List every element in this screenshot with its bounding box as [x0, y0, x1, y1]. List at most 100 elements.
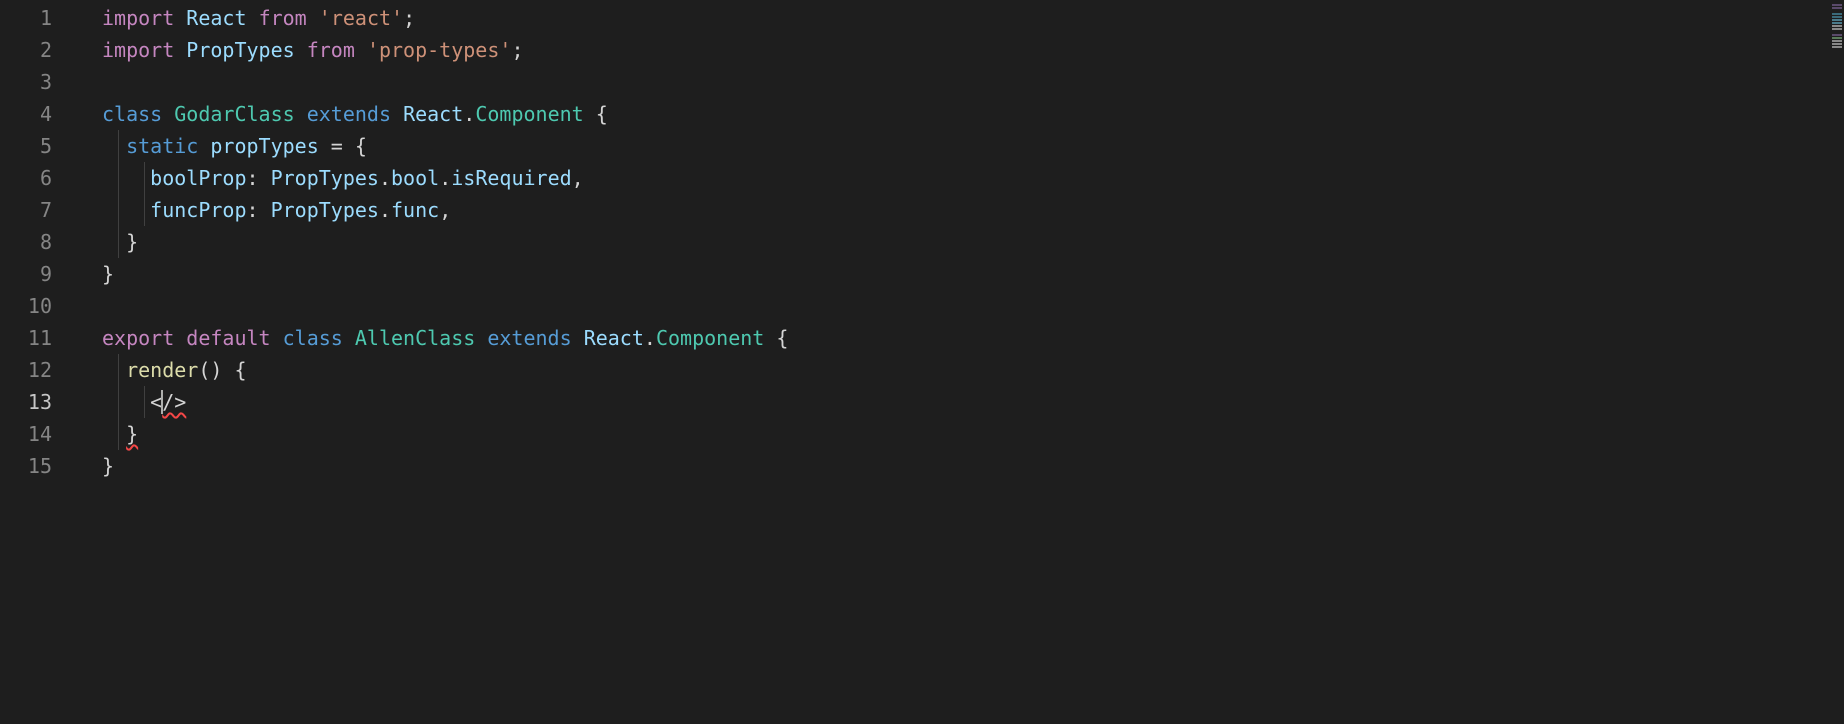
line-number: 12 [0, 354, 80, 386]
text-cursor [161, 390, 163, 414]
code-line[interactable] [80, 66, 1844, 98]
code-token [391, 102, 403, 126]
code-editor[interactable]: 123456789101112131415 import React from … [0, 0, 1844, 724]
line-number: 15 [0, 450, 80, 482]
code-token: propTypes [210, 134, 318, 158]
code-token [475, 326, 487, 350]
code-token: extends [307, 102, 391, 126]
code-token: /> [162, 390, 186, 414]
code-token: render [126, 358, 198, 382]
indent-guide [118, 194, 119, 226]
code-token: GodarClass [174, 102, 294, 126]
code-line[interactable]: } [80, 258, 1844, 290]
code-token [102, 358, 126, 382]
code-line[interactable]: } [80, 450, 1844, 482]
line-number-gutter: 123456789101112131415 [0, 0, 80, 724]
indent-guide [118, 226, 119, 258]
code-token: class [102, 102, 174, 126]
indent-guide [118, 130, 119, 162]
code-token: . [463, 102, 475, 126]
code-line[interactable]: import PropTypes from 'prop-types'; [80, 34, 1844, 66]
code-line[interactable]: funcProp: PropTypes.func, [80, 194, 1844, 226]
code-token: , [572, 166, 584, 190]
code-token: Component [475, 102, 583, 126]
line-number: 11 [0, 322, 80, 354]
code-area[interactable]: import React from 'react';import PropTyp… [80, 0, 1844, 724]
code-token [247, 6, 259, 30]
indent-guide [118, 418, 119, 450]
code-token: React [403, 102, 463, 126]
code-token: class [283, 326, 355, 350]
code-token [295, 38, 307, 62]
indent-guide [118, 354, 119, 386]
code-token: () { [198, 358, 246, 382]
code-token: . [379, 166, 391, 190]
code-token: extends [487, 326, 571, 350]
code-token: = { [319, 134, 367, 158]
line-number: 1 [0, 2, 80, 34]
line-number: 13 [0, 386, 80, 418]
indent-guide [144, 386, 145, 418]
code-token: bool [391, 166, 439, 190]
code-token: PropTypes [271, 166, 379, 190]
line-number: 4 [0, 98, 80, 130]
code-token: } [126, 422, 138, 446]
code-token: } [102, 230, 138, 254]
code-line[interactable]: import React from 'react'; [80, 2, 1844, 34]
code-token: import [102, 38, 186, 62]
code-token: , [439, 198, 451, 222]
line-number: 7 [0, 194, 80, 226]
code-token [102, 166, 150, 190]
line-number: 6 [0, 162, 80, 194]
code-token: PropTypes [186, 38, 294, 62]
code-token: React [584, 326, 644, 350]
code-token [102, 422, 126, 446]
line-number: 8 [0, 226, 80, 258]
code-token: boolProp [150, 166, 246, 190]
code-token: } [102, 454, 114, 478]
code-token: export [102, 326, 186, 350]
code-token [355, 38, 367, 62]
code-token: func [391, 198, 439, 222]
code-line[interactable]: class GodarClass extends React.Component… [80, 98, 1844, 130]
code-line[interactable] [80, 290, 1844, 322]
code-token: ; [403, 6, 415, 30]
code-token: . [439, 166, 451, 190]
code-line[interactable]: } [80, 226, 1844, 258]
code-line[interactable]: static propTypes = { [80, 130, 1844, 162]
code-token: React [186, 6, 246, 30]
code-token [295, 102, 307, 126]
code-token [572, 326, 584, 350]
code-token: } [102, 262, 114, 286]
code-line[interactable]: } [80, 418, 1844, 450]
code-token: 'prop-types' [367, 38, 512, 62]
code-token: 'react' [319, 6, 403, 30]
line-number: 5 [0, 130, 80, 162]
code-token: isRequired [451, 166, 571, 190]
code-token: : [247, 166, 271, 190]
code-token: from [259, 6, 307, 30]
code-token: { [764, 326, 788, 350]
line-number: 14 [0, 418, 80, 450]
vertical-scrollbar[interactable] [1830, 0, 1844, 724]
code-line[interactable]: </> [80, 386, 1844, 418]
code-line[interactable]: boolProp: PropTypes.bool.isRequired, [80, 162, 1844, 194]
code-token: ; [511, 38, 523, 62]
code-token: static [126, 134, 210, 158]
code-token: : [247, 198, 271, 222]
code-line[interactable]: render() { [80, 354, 1844, 386]
indent-guide [118, 386, 119, 418]
line-number: 9 [0, 258, 80, 290]
code-token [102, 198, 150, 222]
code-token: from [307, 38, 355, 62]
code-token: AllenClass [355, 326, 475, 350]
line-number: 2 [0, 34, 80, 66]
code-token: . [379, 198, 391, 222]
code-token [102, 134, 126, 158]
line-number: 3 [0, 66, 80, 98]
line-number: 10 [0, 290, 80, 322]
code-token [307, 6, 319, 30]
code-token: . [644, 326, 656, 350]
code-token: funcProp [150, 198, 246, 222]
code-line[interactable]: export default class AllenClass extends … [80, 322, 1844, 354]
